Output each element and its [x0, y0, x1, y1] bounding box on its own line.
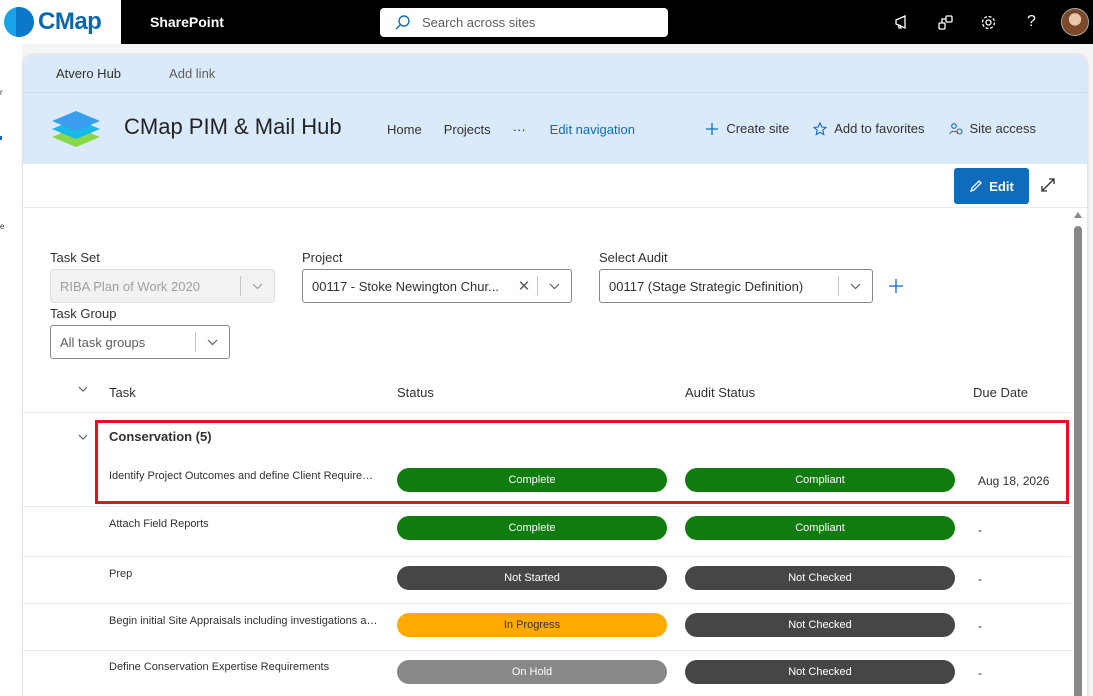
table-row[interactable]: Define Conservation Expertise Requiremen… [23, 651, 1071, 696]
due-date-cell: - [978, 619, 982, 633]
vertical-scrollbar[interactable] [1072, 208, 1084, 696]
audit-status-badge[interactable]: Not Checked [685, 660, 955, 684]
people-icon [948, 122, 963, 136]
chevron-down-icon[interactable] [839, 283, 872, 290]
cmap-logo-icon [4, 7, 34, 37]
add-to-favorites-button[interactable]: Add to favorites [813, 121, 925, 136]
scroll-up-arrow-icon[interactable] [1074, 212, 1082, 218]
chevron-down-icon[interactable] [538, 283, 571, 290]
search-box[interactable]: Search across sites [380, 8, 668, 37]
site-title: CMap PIM & Mail Hub [124, 114, 342, 139]
group-title: Conservation (5) [109, 429, 212, 444]
edge-text: r [0, 88, 3, 97]
task-cell[interactable]: Attach Field Reports [109, 518, 381, 530]
help-icon[interactable]: ? [1010, 0, 1053, 44]
select-audit-label: Select Audit [599, 250, 668, 265]
table-row[interactable]: Begin initial Site Appraisals including … [23, 604, 1071, 651]
create-site-button[interactable]: Create site [705, 121, 789, 136]
table-header: Task Status Audit Status Due Date [23, 373, 1071, 413]
search-icon [395, 14, 410, 29]
nav-more-button[interactable]: ··· [513, 122, 526, 137]
edit-button[interactable]: Edit [954, 168, 1029, 204]
site-logo-icon [52, 111, 100, 147]
site-access-label: Site access [969, 121, 1036, 136]
due-date-cell: - [978, 666, 982, 680]
audit-status-badge[interactable]: Compliant [685, 516, 955, 540]
brand-name: CMap [38, 8, 102, 35]
star-icon [813, 121, 828, 136]
hub-add-link[interactable]: Add link [169, 66, 215, 81]
add-audit-plus-icon[interactable] [889, 279, 903, 293]
task-group-dropdown[interactable]: All task groups [50, 325, 230, 359]
collapse-all-chevron-icon[interactable] [78, 386, 88, 392]
column-header-audit-status[interactable]: Audit Status [685, 385, 755, 400]
nav-home[interactable]: Home [387, 122, 422, 137]
site-navigation: Home Projects ··· Edit navigation [387, 122, 657, 137]
project-label: Project [302, 250, 343, 265]
task-group-value: All task groups [60, 334, 146, 350]
task-cell[interactable]: Define Conservation Expertise Requiremen… [109, 661, 381, 673]
status-badge[interactable]: In Progress [397, 613, 667, 637]
audit-status-badge[interactable]: Not Checked [685, 566, 955, 590]
main-card: Atvero Hub Add link CMap PIM & Mail Hub … [23, 55, 1087, 696]
edge-indicator [0, 136, 2, 140]
pencil-icon [970, 180, 983, 193]
status-badge[interactable]: Not Started [397, 566, 667, 590]
status-badge[interactable]: On Hold [397, 660, 667, 684]
task-cell[interactable]: Identify Project Outcomes and define Cli… [109, 470, 381, 482]
edit-navigation-link[interactable]: Edit navigation [550, 122, 635, 137]
task-cell[interactable]: Prep [109, 568, 381, 580]
task-cell[interactable]: Begin initial Site Appraisals including … [109, 615, 381, 627]
group-header: Conservation (5) [23, 415, 1071, 457]
search-placeholder: Search across sites [422, 15, 536, 30]
site-actions: Create site Add to favorites Site access [681, 121, 1036, 136]
chevron-down-icon[interactable] [196, 339, 229, 346]
clear-icon[interactable]: ✕ [511, 277, 537, 295]
avatar[interactable] [1061, 8, 1089, 36]
task-set-label: Task Set [50, 250, 100, 265]
chevron-down-icon [241, 283, 274, 290]
edit-label: Edit [989, 178, 1014, 194]
due-date-cell: - [978, 572, 982, 586]
suite-bar: CMap SharePoint Search across sites ? [0, 0, 1093, 44]
brand-logo-link[interactable]: CMap [0, 0, 121, 44]
task-set-value: RIBA Plan of Work 2020 [60, 278, 200, 294]
add-to-favorites-label: Add to favorites [834, 121, 925, 136]
share-icon[interactable] [924, 0, 967, 44]
table-row[interactable]: Identify Project Outcomes and define Cli… [23, 457, 1071, 507]
expand-icon[interactable] [1040, 177, 1056, 193]
due-date-cell: - [978, 523, 982, 537]
task-set-dropdown: RIBA Plan of Work 2020 [50, 269, 275, 303]
project-value: 00117 - Stoke Newington Chur... [312, 278, 499, 294]
audit-status-badge[interactable]: Compliant [685, 468, 955, 492]
column-header-task[interactable]: Task [109, 385, 136, 400]
due-date-cell: Aug 18, 2026 [978, 474, 1050, 488]
nav-projects[interactable]: Projects [444, 122, 491, 137]
table-row[interactable]: Attach Field Reports Complete Compliant … [23, 507, 1071, 557]
status-badge[interactable]: Complete [397, 516, 667, 540]
task-group-label: Task Group [50, 306, 117, 321]
app-name-link[interactable]: SharePoint [150, 14, 224, 30]
megaphone-icon[interactable] [881, 0, 924, 44]
left-edge-panel: r e [0, 44, 22, 696]
hub-navigation: Atvero Hub Add link [23, 55, 1087, 92]
table-row[interactable]: Prep Not Started Not Checked - [23, 557, 1071, 604]
plus-icon [705, 122, 719, 136]
command-bar: Edit [23, 164, 1087, 208]
edge-text: e [0, 222, 5, 231]
audit-status-badge[interactable]: Not Checked [685, 613, 955, 637]
hub-link-atvero-hub[interactable]: Atvero Hub [56, 66, 121, 81]
select-audit-value: 00117 (Stage Strategic Definition) [609, 278, 804, 294]
site-header: CMap PIM & Mail Hub Home Projects ··· Ed… [23, 92, 1087, 164]
project-dropdown[interactable]: 00117 - Stoke Newington Chur... ✕ [302, 269, 572, 303]
column-header-due-date[interactable]: Due Date [973, 385, 1028, 400]
site-access-button[interactable]: Site access [948, 121, 1036, 136]
column-header-status[interactable]: Status [397, 385, 434, 400]
gear-icon[interactable] [967, 0, 1010, 44]
create-site-label: Create site [726, 121, 790, 136]
select-audit-dropdown[interactable]: 00117 (Stage Strategic Definition) [599, 269, 873, 303]
group-collapse-chevron-icon[interactable] [78, 434, 88, 440]
status-badge[interactable]: Complete [397, 468, 667, 492]
scrollbar-thumb[interactable] [1074, 226, 1082, 696]
